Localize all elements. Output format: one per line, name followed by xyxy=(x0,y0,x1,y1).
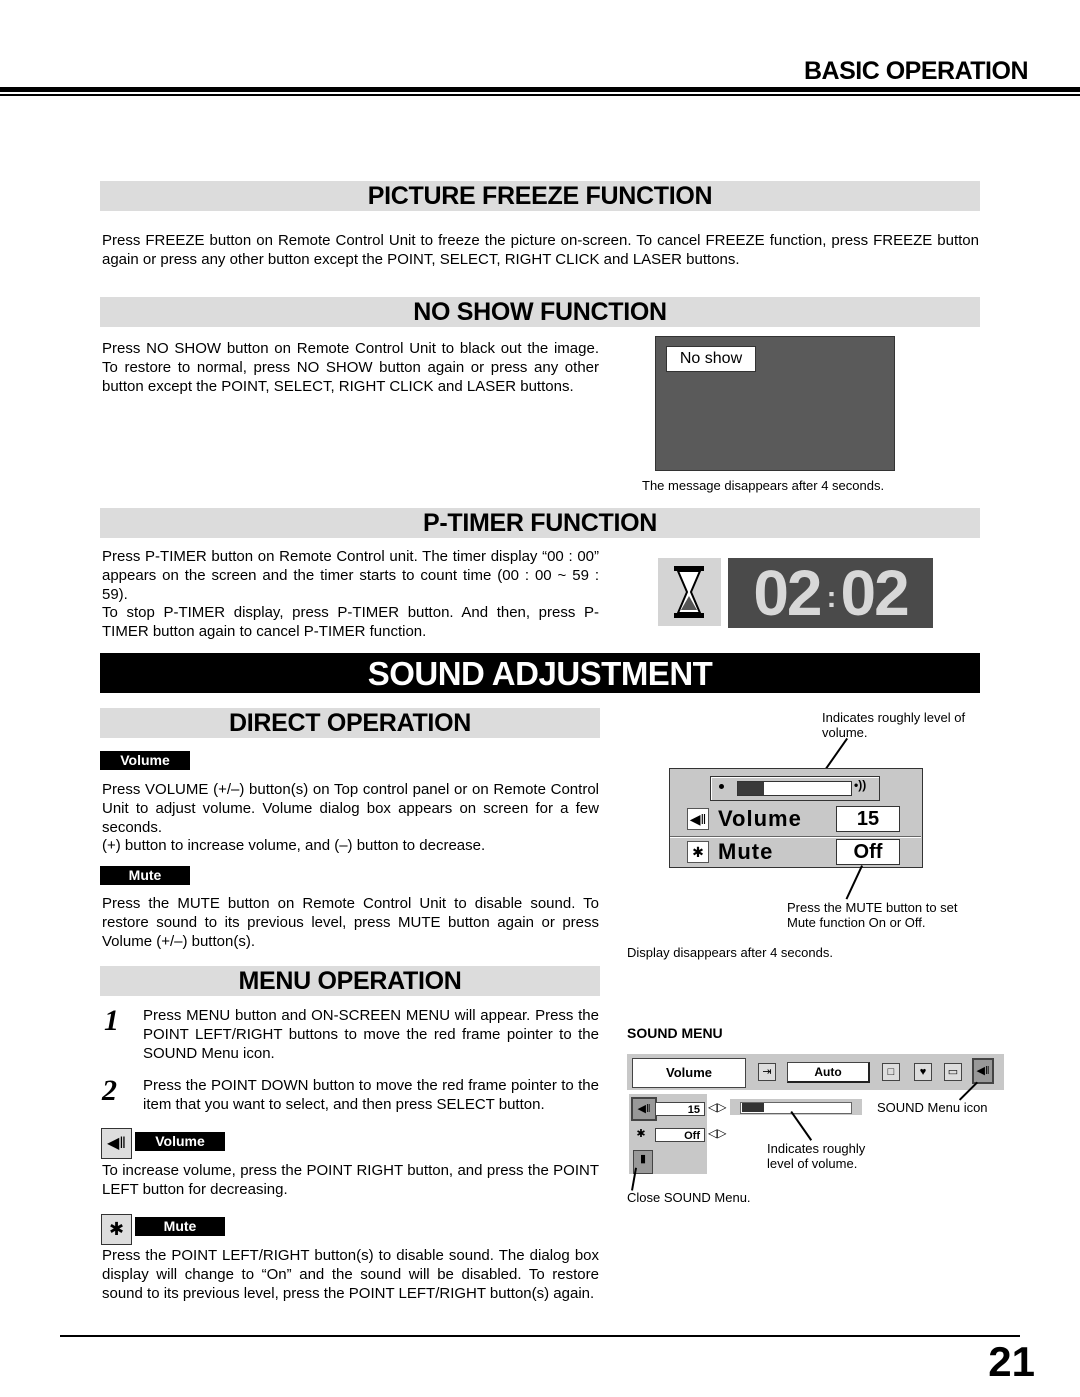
sound-menu-icon-callout: SOUND Menu icon xyxy=(877,1100,988,1115)
volume-level-fill xyxy=(738,782,764,795)
volume-menu-icon: ◀‖ xyxy=(101,1128,132,1159)
timer-seconds: 02 xyxy=(840,557,910,629)
dialog-mute-label: Mute xyxy=(718,839,774,864)
timer-display: 02:02 xyxy=(728,558,933,628)
menu-mute-text: Press the POINT LEFT/RIGHT button(s) to … xyxy=(102,1247,599,1302)
sound-adjustment-heading: SOUND ADJUSTMENT xyxy=(100,653,980,693)
mute-callout-leader xyxy=(846,865,863,900)
direct-operation-heading: DIRECT OPERATION xyxy=(100,708,600,738)
volume-max-icon: •)) xyxy=(854,778,867,792)
picture-freeze-text: Press FREEZE button on Remote Control Un… xyxy=(102,232,979,268)
volume-level-callout: Indicates roughly level of volume. xyxy=(822,710,966,740)
no-show-label: No show xyxy=(666,346,756,372)
direct-volume-text-2: (+) button to increase volume, and (–) b… xyxy=(102,837,486,854)
input-icon: ⇥ xyxy=(758,1063,776,1081)
step-text-2: Press the POINT DOWN button to move the … xyxy=(143,1077,599,1113)
dialog-mute-value: Off xyxy=(836,839,900,865)
header-rule-thin xyxy=(0,94,1080,96)
step-number-2: 2 xyxy=(102,1074,117,1107)
picture-freeze-heading: PICTURE FREEZE FUNCTION xyxy=(100,181,980,211)
mute-icon: ✱ xyxy=(687,841,709,863)
section-header-title: BASIC OPERATION xyxy=(804,57,1029,85)
sound-menu-label: Volume xyxy=(632,1058,746,1088)
page-number: 21 xyxy=(988,1338,1035,1385)
mute-tag: Mute xyxy=(100,866,190,885)
timer-separator: : xyxy=(826,581,837,615)
mute-item-icon: ✱ xyxy=(633,1126,649,1142)
direct-mute-text: Press the MUTE button on Remote Control … xyxy=(102,895,599,950)
step-text-1: Press MENU button and ON-SCREEN MENU wil… xyxy=(143,1007,599,1062)
menu-volume-tag: Volume xyxy=(135,1132,225,1151)
image-icon: ♥ xyxy=(914,1063,932,1081)
sound-menu-level-fill xyxy=(742,1103,764,1112)
mute-callout: Press the MUTE button to set Mute functi… xyxy=(787,900,958,930)
footer-rule xyxy=(60,1335,1020,1337)
menu-volume-text: To increase volume, press the POINT RIGH… xyxy=(102,1162,599,1198)
screen-icon: □ xyxy=(882,1063,900,1081)
sound-menu-title: SOUND MENU xyxy=(627,1025,723,1041)
sound-menu-icon: ◀‖ xyxy=(972,1058,994,1084)
p-timer-text-1: Press P-TIMER button on Remote Control u… xyxy=(102,548,599,603)
mute-menu-icon: ✱ xyxy=(101,1214,132,1245)
adjust-arrows-icon: ◁▷ xyxy=(708,1100,727,1114)
menu-operation-heading: MENU OPERATION xyxy=(100,966,600,996)
timer-minutes: 02 xyxy=(753,557,822,629)
adjust-arrows-icon: ◁▷ xyxy=(708,1126,727,1140)
volume-min-icon xyxy=(719,784,724,789)
no-show-text: Press NO SHOW button on Remote Control U… xyxy=(102,340,599,395)
speaker-icon: ◀‖ xyxy=(687,808,709,830)
sound-menu-mute-value: Off xyxy=(655,1128,705,1142)
volume-item-icon: ◀‖ xyxy=(631,1097,657,1121)
menu-mute-tag: Mute xyxy=(135,1217,225,1236)
auto-label: Auto xyxy=(787,1062,870,1083)
dialog-caption: Display disappears after 4 seconds. xyxy=(627,945,833,960)
volume-tag: Volume xyxy=(100,751,190,770)
dialog-volume-label: Volume xyxy=(718,806,802,831)
level-callout-leader xyxy=(790,1111,813,1141)
step-number-1: 1 xyxy=(104,1004,119,1037)
setting-icon: ▭ xyxy=(944,1063,962,1081)
no-show-caption: The message disappears after 4 seconds. xyxy=(642,478,885,493)
close-sound-menu-callout: Close SOUND Menu. xyxy=(627,1190,751,1205)
header-rule xyxy=(0,87,1080,92)
p-timer-heading: P-TIMER FUNCTION xyxy=(100,508,980,538)
dialog-divider xyxy=(670,836,921,838)
sound-menu-volume-value: 15 xyxy=(655,1102,705,1116)
dialog-volume-value: 15 xyxy=(836,806,900,832)
direct-volume-text: Press VOLUME (+/–) button(s) on Top cont… xyxy=(102,781,599,836)
p-timer-text-2: To stop P-TIMER display, press P-TIMER b… xyxy=(102,604,599,640)
hourglass-icon xyxy=(658,558,721,626)
sound-menu-level-callout: Indicates roughly level of volume. xyxy=(767,1141,866,1171)
no-show-heading: NO SHOW FUNCTION xyxy=(100,297,980,327)
